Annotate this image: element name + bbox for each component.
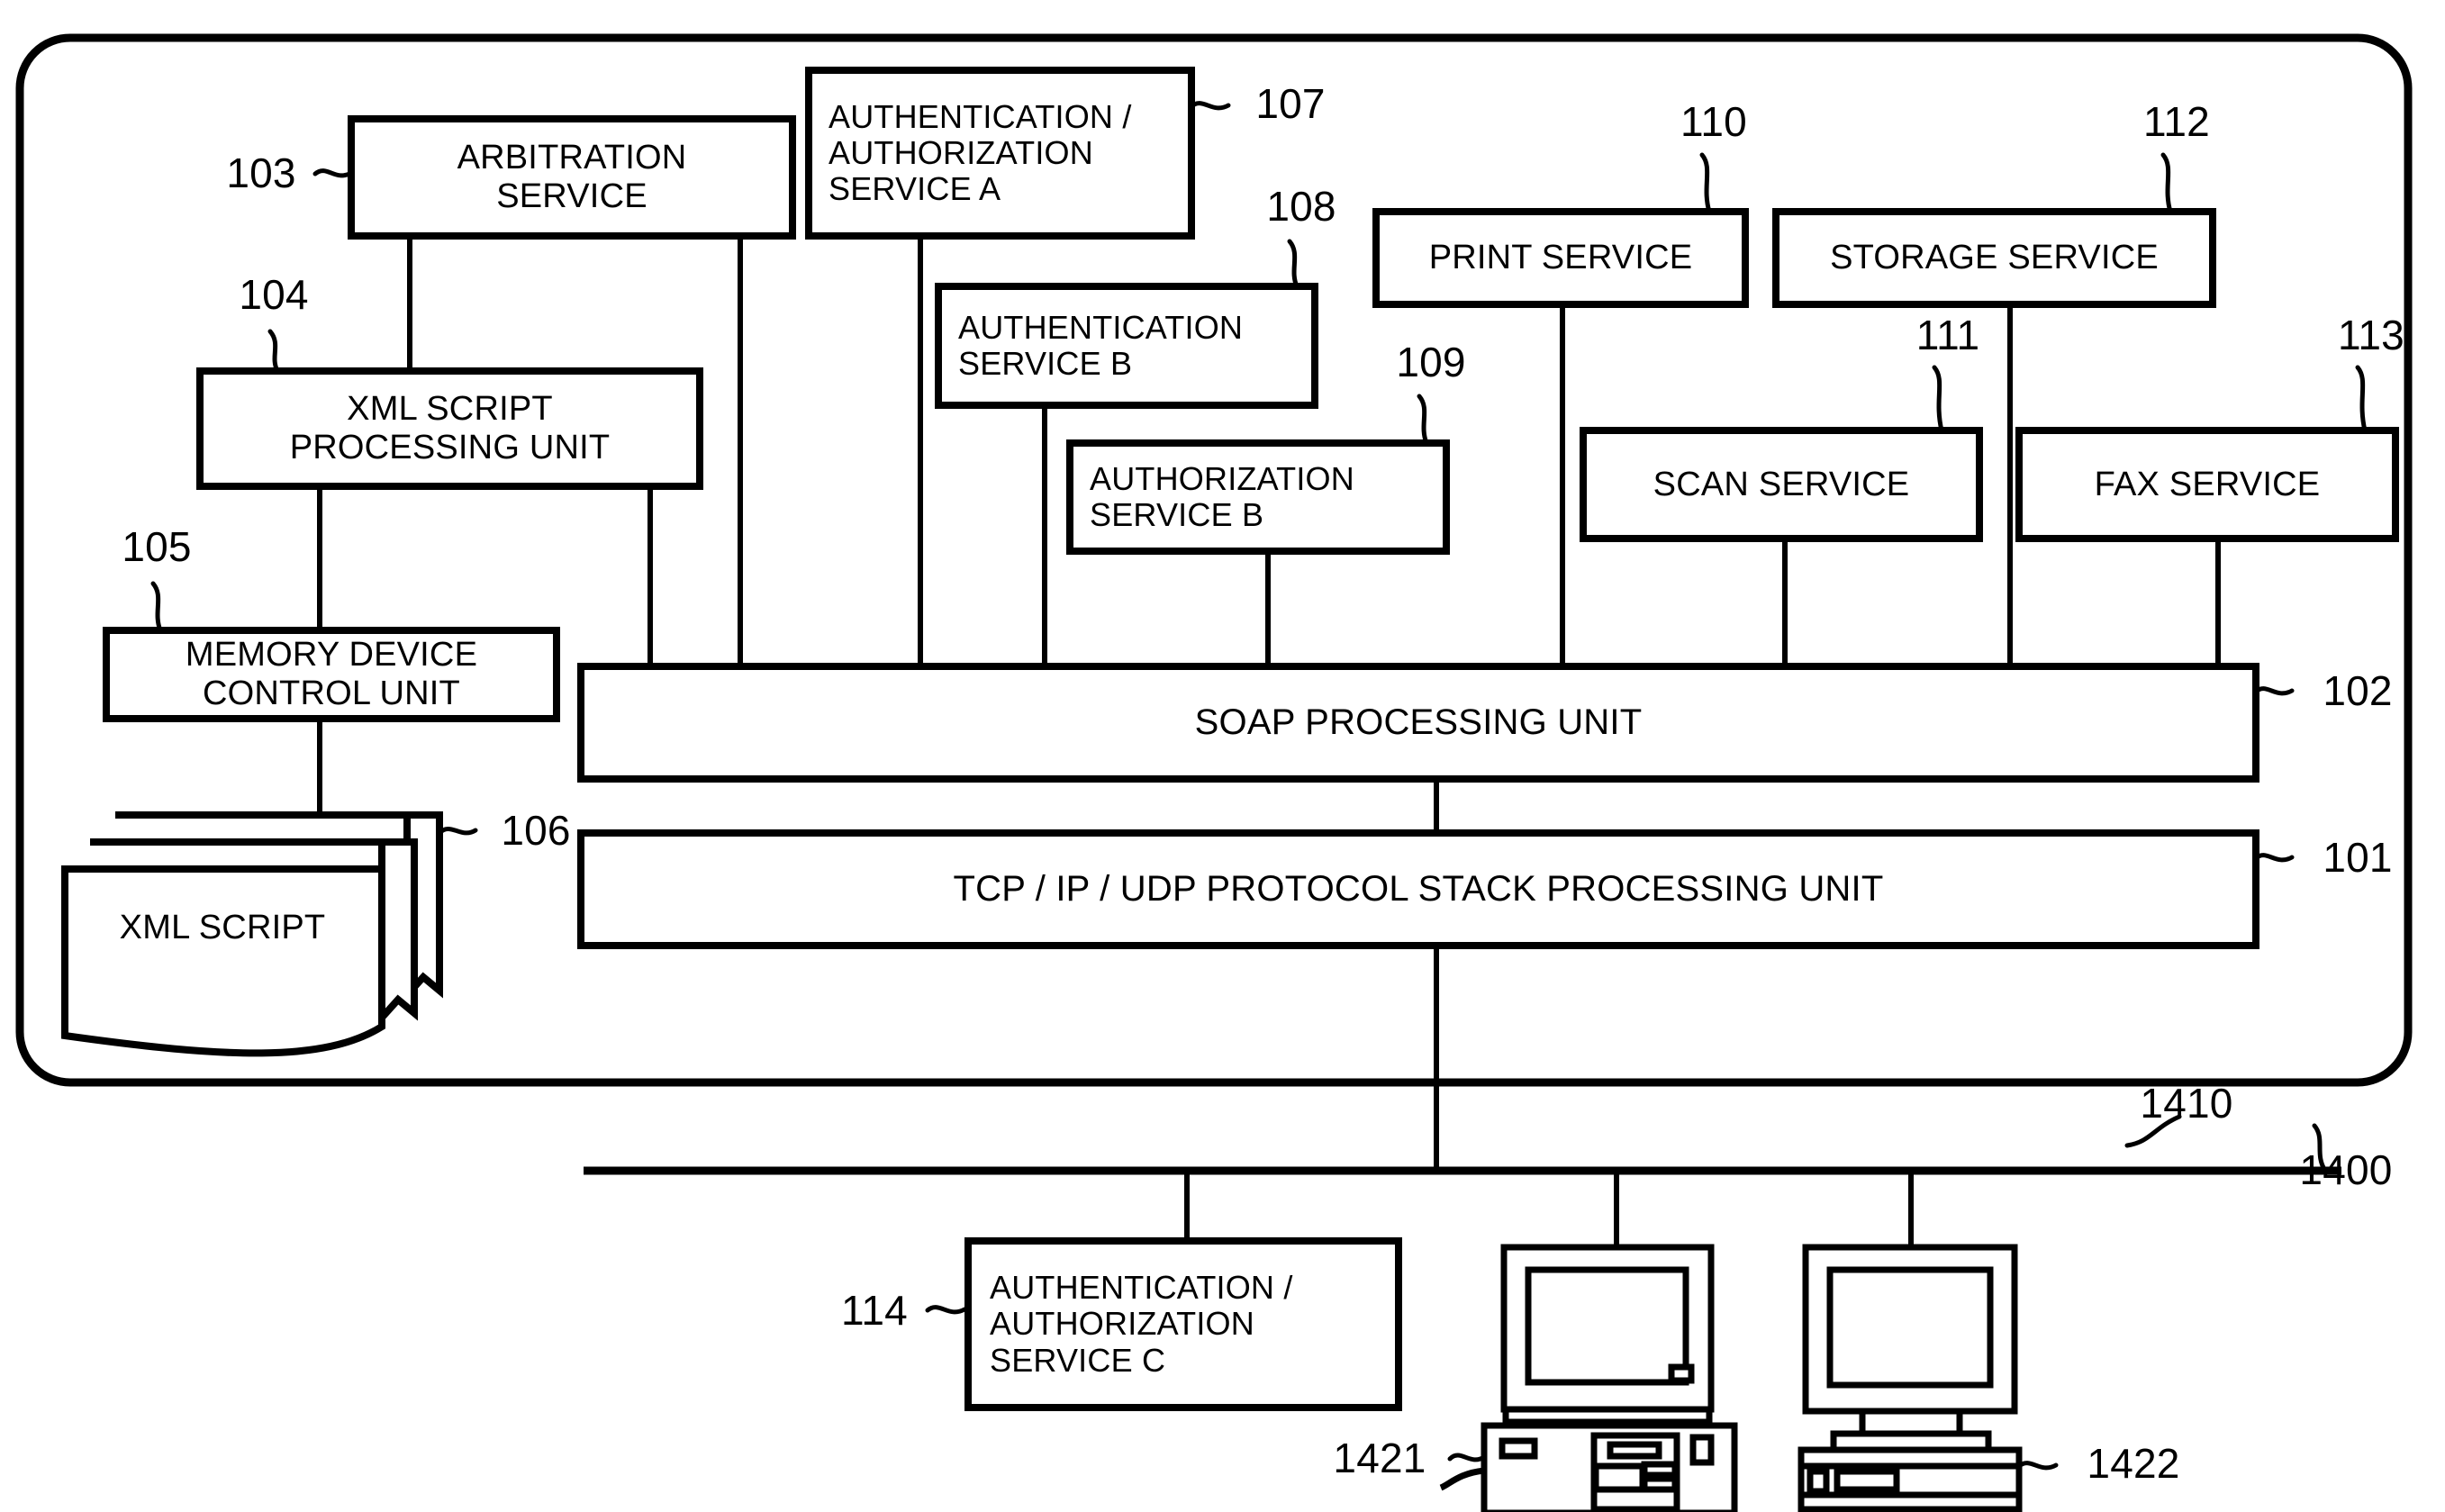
- ref-114: 114: [841, 1287, 908, 1335]
- protocol-stack-unit-label: TCP / IP / UDP PROTOCOL STACK PROCESSING…: [953, 869, 1884, 910]
- storage-service-label: STORAGE SERVICE: [1830, 239, 2159, 277]
- soap-processing-unit-label: SOAP PROCESSING UNIT: [1194, 702, 1643, 743]
- auth-authorization-service-a-label: AUTHENTICATION / AUTHORIZATION SERVICE A: [829, 97, 1132, 208]
- ref-1422: 1422: [2087, 1440, 2180, 1488]
- ref-104: 104: [239, 271, 309, 319]
- auth-authorization-service-c-label: AUTHENTICATION / AUTHORIZATION SERVICE C: [990, 1269, 1293, 1379]
- scan-service-label: SCAN SERVICE: [1653, 465, 1910, 503]
- ref-102: 102: [2323, 667, 2393, 715]
- ref-111: 111: [1915, 312, 1980, 359]
- memory-device-control-unit-label: MEMORY DEVICE CONTROL UNIT: [185, 636, 478, 712]
- ref-108: 108: [1266, 183, 1336, 231]
- ref-107: 107: [1255, 80, 1326, 128]
- ref-103: 103: [226, 149, 296, 197]
- arbitration-service-label: ARBITRATION SERVICE: [457, 139, 687, 215]
- figure-canvas: ARBITRATION SERVICE XML SCRIPT PROCESSIN…: [0, 0, 2445, 1512]
- ref-1410: 1410: [2140, 1080, 2233, 1127]
- ref-110: 110: [1680, 98, 1747, 146]
- ref-105: 105: [122, 523, 192, 571]
- ref-112: 112: [2143, 98, 2210, 146]
- authentication-service-b-label: AUTHENTICATION SERVICE B: [958, 308, 1244, 382]
- ref-106: 106: [501, 807, 571, 855]
- authorization-service-b-label: AUTHORIZATION SERVICE B: [1090, 459, 1354, 533]
- computer-1421-illustration[interactable]: [1439, 1244, 1738, 1512]
- ref-113: 113: [2338, 312, 2404, 359]
- xml-script-label: XML SCRIPT: [119, 908, 326, 946]
- print-service-label: PRINT SERVICE: [1428, 239, 1693, 277]
- xml-script-processing-unit-label: XML SCRIPT PROCESSING UNIT: [289, 390, 611, 466]
- ref-1400: 1400: [2299, 1146, 2393, 1194]
- computer-1422-illustration[interactable]: [1798, 1244, 2023, 1512]
- fax-service-label: FAX SERVICE: [2094, 465, 2321, 503]
- ref-101: 101: [2323, 834, 2393, 882]
- ref-109: 109: [1396, 339, 1466, 386]
- ref-1421: 1421: [1333, 1435, 1426, 1482]
